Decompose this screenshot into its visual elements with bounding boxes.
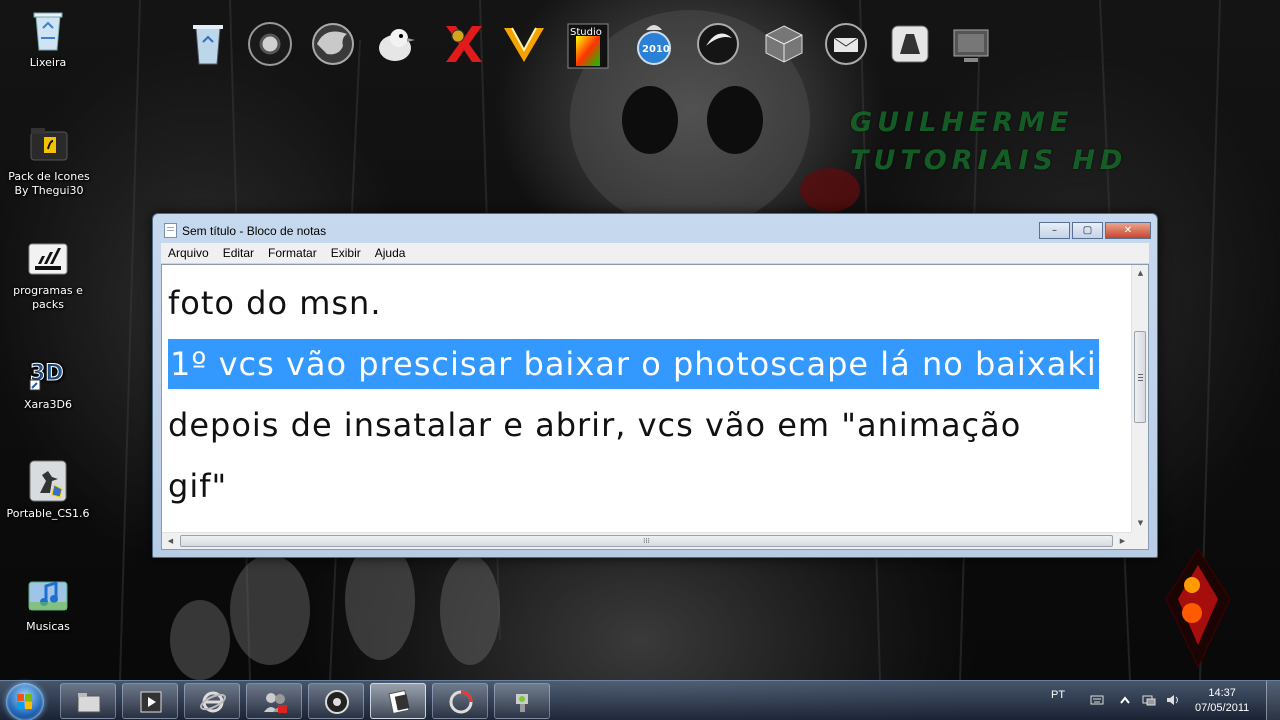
desktop-icon-programas[interactable]: programas e packs	[0, 236, 96, 312]
adidas-folder-icon	[26, 236, 70, 280]
desktop-icon-recycle-bin[interactable]: Lixeira	[0, 8, 96, 70]
scrollbar-corner	[1131, 532, 1148, 549]
camera-icon	[516, 694, 528, 712]
vertical-scrollbar[interactable]: ▲ ▼	[1131, 265, 1148, 532]
close-button[interactable]: ✕	[1105, 222, 1151, 239]
dock-recycle-bin-icon[interactable]	[184, 20, 232, 68]
dock-studio-icon[interactable]: Studio	[566, 22, 614, 70]
window-title: Sem título - Bloco de notas	[182, 224, 327, 238]
minimize-button[interactable]: –	[1039, 222, 1070, 239]
text-area[interactable]: foto do msn. 1º vcs vão prescisar baixar…	[161, 264, 1149, 550]
dock-studio-label: Studio	[570, 27, 602, 38]
show-desktop-button[interactable]	[1266, 681, 1280, 720]
desktop-icon-xara3d[interactable]: 3D Xara3D6	[0, 350, 96, 412]
taskbar-screen-recorder[interactable]	[432, 683, 488, 719]
messenger-icon	[264, 693, 287, 713]
dock-pidgin-icon[interactable]	[371, 20, 419, 68]
menu-exibir[interactable]: Exibir	[324, 246, 368, 260]
dock-chrome-icon[interactable]	[246, 20, 294, 68]
maximize-button[interactable]: ▢	[1072, 222, 1103, 239]
recycle-bin-icon	[26, 8, 70, 52]
watermark-line-1: GUILHERME	[850, 107, 1074, 138]
desktop-icon-label: Pack de Icones By Thegui30	[8, 170, 90, 197]
desktop-icon-cs16[interactable]: Portable_CS1.6	[0, 459, 96, 521]
language-indicator[interactable]: PT	[1051, 689, 1065, 701]
menu-ajuda[interactable]: Ajuda	[368, 246, 413, 260]
internet-explorer-icon	[200, 691, 226, 713]
taskbar-notepad[interactable]	[370, 683, 426, 719]
start-button[interactable]	[6, 683, 44, 720]
taskbar-messenger[interactable]	[246, 683, 302, 719]
scroll-left-icon[interactable]: ◀	[162, 533, 179, 549]
dock-paint-icon[interactable]	[886, 20, 934, 68]
xara3d-icon: 3D	[26, 350, 70, 394]
dock-vegas-icon[interactable]	[500, 20, 548, 68]
system-tray: PT 14:37 07/05/2011	[1050, 681, 1280, 720]
scroll-right-icon[interactable]: ▶	[1114, 533, 1131, 549]
text-line: foto do msn.	[168, 273, 1124, 334]
taskbar-media-player[interactable]	[122, 683, 178, 719]
watermark-line-2: TUTORIAIS HD	[850, 145, 1128, 176]
text-line-content: foto do msn.	[168, 284, 382, 322]
dock-xilisoft-icon[interactable]	[440, 20, 488, 68]
dock-2010-icon[interactable]: 2010	[630, 20, 678, 68]
dock-cube-icon[interactable]	[760, 20, 808, 68]
text-line-content: depois de insatalar e abrir, vcs vão em …	[168, 406, 1022, 444]
dock-firefox-icon[interactable]	[309, 20, 357, 68]
chrome-icon	[325, 690, 349, 714]
taskbar-chrome[interactable]	[308, 683, 364, 719]
show-hidden-icons-icon[interactable]	[1118, 694, 1132, 706]
desktop-icon-label: Portable_CS1.6	[6, 507, 90, 520]
text-content[interactable]: foto do msn. 1º vcs vão prescisar baixar…	[168, 273, 1124, 517]
desktop-icon-musicas[interactable]: Musicas	[0, 572, 96, 634]
clock-time: 14:37	[1208, 687, 1236, 699]
taskbar-internet-explorer[interactable]	[184, 683, 240, 719]
vertical-scroll-thumb[interactable]	[1134, 331, 1146, 423]
menu-arquivo[interactable]: Arquivo	[161, 246, 216, 260]
taskbar-camera-app[interactable]	[494, 683, 550, 719]
desktop-icon-label: Xara3D6	[23, 398, 72, 411]
desktop-icon-label: Lixeira	[29, 56, 67, 69]
window-controls: – ▢ ✕	[1039, 222, 1151, 239]
desktop-icon-ferrari-pack[interactable]: Pack de Icones By Thegui30	[1, 122, 97, 198]
recorder-icon	[449, 690, 473, 714]
media-player-icon	[140, 691, 162, 713]
dock-mail-icon[interactable]	[822, 20, 870, 68]
scroll-down-icon[interactable]: ▼	[1132, 515, 1148, 532]
keyboard-icon[interactable]	[1090, 694, 1104, 706]
menu-formatar[interactable]: Formatar	[261, 246, 324, 260]
selected-text[interactable]: 1º vcs vão prescisar baixar o photoscape…	[168, 339, 1099, 389]
taskbar: PT 14:37 07/05/2011	[0, 680, 1280, 720]
menu-bar: Arquivo Editar Formatar Exibir Ajuda	[161, 243, 1149, 263]
notepad-icon	[388, 690, 410, 714]
clock[interactable]: 14:37 07/05/2011	[1195, 686, 1249, 716]
text-line-content: gif"	[168, 467, 228, 505]
desktop-icon-label: Musicas	[26, 620, 70, 633]
notepad-window[interactable]: Sem título - Bloco de notas – ▢ ✕ Arquiv…	[152, 213, 1158, 558]
horizontal-scrollbar[interactable]: ◀ ⁞⁞⁞ ▶	[162, 532, 1131, 549]
dock-computer-icon[interactable]	[948, 20, 996, 68]
counter-strike-icon	[26, 459, 70, 503]
notepad-app-icon	[164, 223, 177, 238]
network-icon[interactable]	[1142, 694, 1156, 706]
taskbar-explorer[interactable]	[60, 683, 116, 719]
red-gem-gadget[interactable]	[1162, 545, 1234, 671]
text-line: depois de insatalar e abrir, vcs vão em …	[168, 395, 1124, 456]
horizontal-scroll-thumb[interactable]: ⁞⁞⁞	[180, 535, 1113, 547]
dock-media-icon[interactable]	[694, 20, 742, 68]
watermark-text: GUILHERME TUTORIAIS HD	[850, 104, 1127, 180]
title-bar[interactable]: Sem título - Bloco de notas – ▢ ✕	[153, 214, 1157, 244]
menu-editar[interactable]: Editar	[216, 246, 261, 260]
text-line: gif"	[168, 456, 1124, 517]
dock-2010-label: 2010	[642, 44, 670, 55]
folder-icon	[77, 693, 101, 713]
clock-date: 07/05/2011	[1195, 702, 1250, 714]
scroll-up-icon[interactable]: ▲	[1132, 265, 1148, 282]
windows-logo-icon	[17, 694, 32, 709]
music-folder-icon	[26, 572, 70, 616]
selected-text-line: 1º vcs vão prescisar baixar o photoscape…	[168, 334, 1124, 395]
ferrari-folder-icon	[27, 122, 71, 166]
volume-icon[interactable]	[1166, 694, 1180, 706]
desktop-icon-label: programas e packs	[13, 284, 83, 311]
